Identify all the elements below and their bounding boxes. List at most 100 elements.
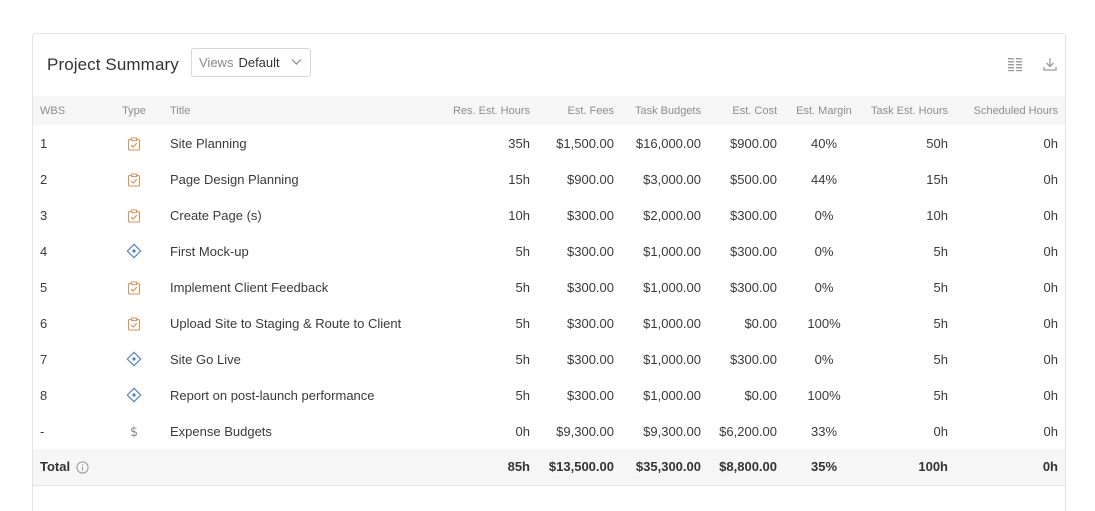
views-value: Default bbox=[238, 55, 280, 70]
cell-scheduled-hours: 0h bbox=[1043, 387, 1058, 403]
cell-wbs: 5 bbox=[40, 279, 48, 295]
total-est-cost: $8,800.00 bbox=[719, 459, 777, 475]
cell-res-est-hours: 35h bbox=[508, 135, 530, 151]
type-cell bbox=[105, 341, 163, 377]
col-task-est-hours[interactable]: Task Est. Hours bbox=[864, 96, 955, 125]
cell-title[interactable]: Site Go Live bbox=[163, 341, 437, 377]
task-icon bbox=[127, 279, 141, 295]
cell-task-budgets: $3,000.00 bbox=[643, 171, 701, 187]
cell-task-est-hours: 15h bbox=[926, 171, 948, 187]
cell-title[interactable]: Report on post-launch performance bbox=[163, 377, 437, 413]
table-row[interactable]: 1 Site Planning 35h $1,500.00 $16,000.00 $900… bbox=[33, 125, 1065, 161]
cell-scheduled-hours: 0h bbox=[1043, 243, 1058, 259]
cell-res-est-hours: 5h bbox=[515, 279, 530, 295]
type-cell bbox=[105, 377, 163, 413]
views-dropdown[interactable]: Views Default bbox=[191, 48, 311, 77]
table-row[interactable]: 7 Site Go Live 5h $300.00 $1,000.00 $300.00 0%… bbox=[33, 341, 1065, 377]
views-label: Views bbox=[199, 55, 234, 70]
cell-scheduled-hours: 0h bbox=[1043, 315, 1058, 331]
cell-res-est-hours: 0h bbox=[515, 423, 530, 439]
cell-est-cost: $300.00 bbox=[730, 351, 777, 367]
cell-wbs: 6 bbox=[40, 315, 48, 331]
col-est-cost[interactable]: Est. Cost bbox=[708, 96, 784, 125]
cell-est-fees: $300.00 bbox=[567, 351, 614, 367]
cell-task-est-hours: 5h bbox=[933, 243, 948, 259]
info-icon[interactable] bbox=[76, 461, 89, 474]
col-res-est-hours[interactable]: Res. Est. Hours bbox=[437, 96, 537, 125]
cell-scheduled-hours: 0h bbox=[1043, 351, 1058, 367]
cell-res-est-hours: 5h bbox=[515, 387, 530, 403]
cell-est-margin: 44% bbox=[810, 171, 838, 187]
col-scheduled-hours[interactable]: Scheduled Hours bbox=[955, 96, 1065, 125]
table-header-row: WBS Type Title Res. Est. Hours Est. Fees… bbox=[33, 96, 1065, 125]
download-icon[interactable] bbox=[1042, 56, 1058, 72]
table-row[interactable]: 3 Create Page (s) 10h $300.00 $2,000.00 $300.… bbox=[33, 197, 1065, 233]
cell-scheduled-hours: 0h bbox=[1043, 171, 1058, 187]
cell-est-fees: $300.00 bbox=[567, 315, 614, 331]
cell-title[interactable]: Upload Site to Staging & Route to Client bbox=[163, 305, 437, 341]
col-title[interactable]: Title bbox=[163, 96, 437, 125]
cell-scheduled-hours: 0h bbox=[1043, 279, 1058, 295]
table-row[interactable]: 2 Page Design Planning 15h $900.00 $3,000.00… bbox=[33, 161, 1065, 197]
col-task-budgets[interactable]: Task Budgets bbox=[621, 96, 708, 125]
table-row[interactable]: 4 First Mock-up 5h $300.00 $1,000.00 $300.00 0… bbox=[33, 233, 1065, 269]
cell-est-cost: $500.00 bbox=[730, 171, 777, 187]
cell-title[interactable]: Implement Client Feedback bbox=[163, 269, 437, 305]
cell-est-fees: $9,300.00 bbox=[556, 423, 614, 439]
cell-wbs: - bbox=[40, 423, 45, 439]
cell-task-est-hours: 5h bbox=[933, 387, 948, 403]
summary-table: WBS Type Title Res. Est. Hours Est. Fees… bbox=[33, 96, 1065, 486]
cell-res-est-hours: 5h bbox=[515, 315, 530, 331]
cell-scheduled-hours: 0h bbox=[1043, 135, 1058, 151]
cell-est-margin: 100% bbox=[807, 387, 841, 403]
project-summary-panel: Project Summary Views Default WBS Type T… bbox=[32, 33, 1066, 511]
cell-res-est-hours: 15h bbox=[508, 171, 530, 187]
cell-task-est-hours: 50h bbox=[926, 135, 948, 151]
cell-est-margin: 0% bbox=[814, 351, 834, 367]
cell-title[interactable]: Page Design Planning bbox=[163, 161, 437, 197]
col-est-margin[interactable]: Est. Margin bbox=[784, 96, 864, 125]
cell-est-cost: $0.00 bbox=[744, 315, 777, 331]
panel-header: Project Summary Views Default bbox=[33, 34, 1065, 96]
table-row[interactable]: 8 Report on post-launch performance 5h $300… bbox=[33, 377, 1065, 413]
table-row[interactable]: 6 Upload Site to Staging & Route to Clien… bbox=[33, 305, 1065, 341]
total-est-fees: $13,500.00 bbox=[548, 459, 614, 475]
type-cell bbox=[105, 125, 163, 161]
cell-title[interactable]: Expense Budgets bbox=[163, 413, 437, 449]
cell-est-fees: $1,500.00 bbox=[556, 135, 614, 151]
col-wbs[interactable]: WBS bbox=[33, 96, 105, 125]
col-est-fees[interactable]: Est. Fees bbox=[537, 96, 621, 125]
cell-est-fees: $300.00 bbox=[567, 279, 614, 295]
cell-est-cost: $6,200.00 bbox=[719, 423, 777, 439]
cell-task-est-hours: 5h bbox=[933, 315, 948, 331]
cell-task-budgets: $1,000.00 bbox=[643, 315, 701, 331]
columns-icon[interactable] bbox=[1007, 56, 1023, 72]
cell-wbs: 2 bbox=[40, 171, 48, 187]
type-cell: $ bbox=[105, 413, 163, 449]
cell-est-margin: 0% bbox=[814, 243, 834, 259]
task-icon bbox=[127, 315, 141, 331]
col-type[interactable]: Type bbox=[105, 96, 163, 125]
cell-title[interactable]: First Mock-up bbox=[163, 233, 437, 269]
table-row[interactable]: 5 Implement Client Feedback 5h $300.00 $1,00… bbox=[33, 269, 1065, 305]
cell-est-cost: $300.00 bbox=[730, 243, 777, 259]
cell-est-cost: $0.00 bbox=[744, 387, 777, 403]
cell-title[interactable]: Site Planning bbox=[163, 125, 437, 161]
cell-est-fees: $300.00 bbox=[567, 387, 614, 403]
table-row[interactable]: - $ Expense Budgets 0h $9,300.00 $9,300.00 $6,… bbox=[33, 413, 1065, 449]
total-row: Total 85h $13,500.00 $35,300.00 $8,800.0… bbox=[33, 449, 1065, 485]
cell-est-fees: $300.00 bbox=[567, 207, 614, 223]
type-cell bbox=[105, 305, 163, 341]
cell-wbs: 7 bbox=[40, 351, 48, 367]
cell-wbs: 4 bbox=[40, 243, 48, 259]
type-cell bbox=[105, 269, 163, 305]
total-title-cell bbox=[163, 449, 437, 485]
cell-scheduled-hours: 0h bbox=[1043, 207, 1058, 223]
total-est-margin: 35% bbox=[810, 459, 838, 475]
cell-est-margin: 100% bbox=[807, 315, 841, 331]
total-label-cell: Total bbox=[33, 449, 163, 485]
cell-task-budgets: $1,000.00 bbox=[643, 279, 701, 295]
cell-title[interactable]: Create Page (s) bbox=[163, 197, 437, 233]
cell-res-est-hours: 10h bbox=[508, 207, 530, 223]
cell-task-est-hours: 10h bbox=[926, 207, 948, 223]
